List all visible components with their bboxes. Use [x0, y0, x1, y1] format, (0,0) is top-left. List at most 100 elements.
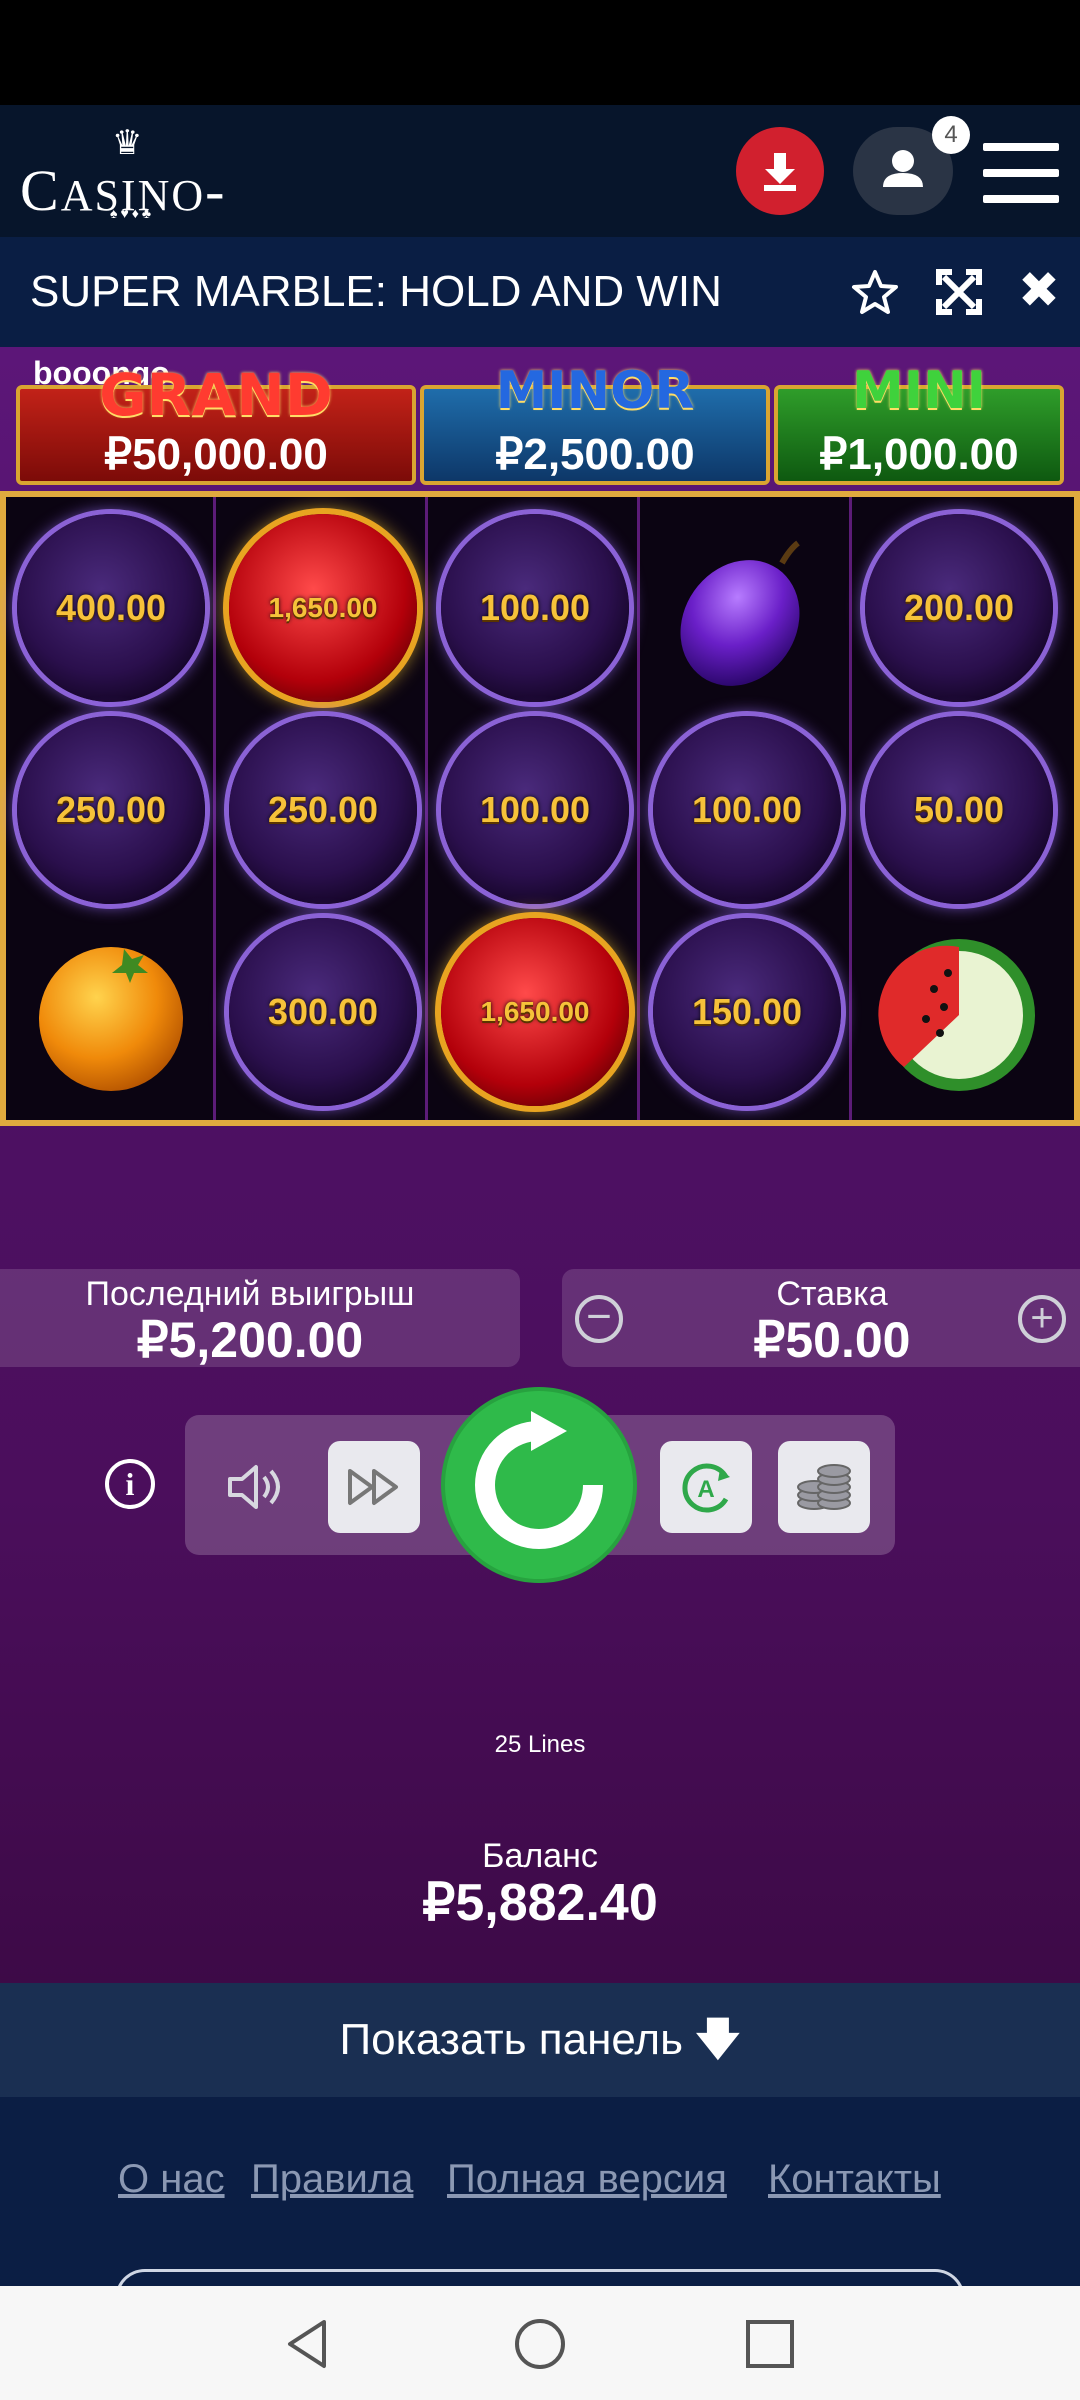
jackpot-value: ₽1,000.00: [819, 430, 1019, 479]
jackpot-mini: MINI ₽1,000.00: [774, 361, 1064, 485]
site-header: ♛ CASINO-Z ♠♥♦♣: [0, 105, 1080, 290]
system-nav-bar: [0, 2286, 1080, 2400]
autoplay-button[interactable]: A: [660, 1441, 752, 1533]
last-win-label: Последний выигрыш: [85, 1275, 415, 1313]
spin-button[interactable]: [445, 1391, 633, 1579]
reel-cell: 1,650.00: [218, 507, 428, 709]
show-panel-label: Показать панель: [339, 2015, 683, 2064]
sound-button[interactable]: [208, 1441, 300, 1533]
casino-logo[interactable]: ♛ CASINO-Z ♠♥♦♣: [20, 123, 250, 290]
reel-cell: 300.00: [218, 911, 428, 1113]
menu-line-icon: [983, 195, 1059, 203]
footer-link-full-version[interactable]: Полная версия: [447, 2157, 727, 2202]
marble-symbol: 100.00: [441, 716, 629, 904]
paylines-text: 25 Lines: [494, 1731, 586, 1758]
balance-value: ₽5,882.40: [422, 1874, 658, 1932]
close-icon: ✖: [1018, 262, 1060, 318]
footer-link-contacts[interactable]: Контакты: [768, 2157, 941, 2202]
fullscreen-button[interactable]: [934, 267, 984, 317]
coins-icon: [797, 1464, 851, 1510]
stake-label: Ставка: [776, 1275, 888, 1313]
close-button[interactable]: ✖: [1018, 265, 1068, 315]
info-icon: i: [125, 1466, 135, 1502]
site-footer: О нас Правила Полная версия Контакты: [0, 2097, 1080, 2329]
balance-label: Баланс: [482, 1837, 598, 1875]
marble-symbol: 300.00: [229, 918, 417, 1106]
stake-decrease-button[interactable]: −: [575, 1295, 623, 1343]
reel-column: 400.00 250.00: [6, 497, 216, 1120]
reel-column: 1,650.00 250.00 300.00: [218, 497, 428, 1120]
reel-cell: 250.00: [6, 709, 216, 911]
reel-cell: 400.00: [6, 507, 216, 709]
marble-symbol: 50.00: [865, 716, 1053, 904]
jackpot-value: ₽50,000.00: [104, 430, 328, 479]
jackpot-name: MINOR: [495, 361, 695, 421]
menu-line-icon: [983, 143, 1059, 151]
bet-coins-button[interactable]: [778, 1441, 870, 1533]
plum-icon: [680, 540, 800, 686]
marble-symbol: 400.00: [17, 514, 205, 702]
jackpot-grand: GRAND ₽50,000.00: [16, 361, 416, 485]
marble-symbol: 200.00: [865, 514, 1053, 702]
fast-forward-icon: [348, 1469, 398, 1505]
reel-cell: 100.00: [430, 507, 640, 709]
jackpot-name: MINI: [852, 361, 986, 421]
game-title-bar: SUPER MARBLE: HOLD AND WIN ✖: [0, 237, 1080, 347]
notification-badge: 4: [932, 116, 970, 154]
info-button[interactable]: i: [105, 1459, 155, 1509]
favorite-button[interactable]: [850, 267, 900, 317]
back-icon[interactable]: [280, 2316, 336, 2372]
reel-grid: 400.00 250.00 1,650.00 250.00 300.00 100…: [0, 491, 1080, 1126]
reel-cell: [854, 911, 1064, 1113]
turbo-button[interactable]: [328, 1441, 420, 1533]
plus-icon: +: [1030, 1296, 1054, 1340]
download-button[interactable]: [736, 127, 824, 215]
marble-symbol: 250.00: [17, 716, 205, 904]
menu-line-icon: [983, 169, 1059, 177]
footer-link-about[interactable]: О нас: [118, 2157, 225, 2202]
reel-cell: 100.00: [430, 709, 640, 911]
reel-cell: 250.00: [218, 709, 428, 911]
reel-cell: 150.00: [642, 911, 852, 1113]
orange-icon: [39, 947, 183, 1091]
star-icon: [852, 270, 898, 314]
reel-column: 100.00 150.00: [642, 497, 852, 1120]
marble-symbol: 250.00: [229, 716, 417, 904]
marble-symbol: 1,650.00: [229, 514, 417, 702]
status-bar: [0, 0, 1080, 105]
svg-text:A: A: [697, 1476, 714, 1503]
speaker-icon: [228, 1465, 280, 1509]
reel-cell: [642, 507, 852, 709]
marble-symbol: 100.00: [653, 716, 841, 904]
jackpot-name: GRAND: [99, 361, 333, 429]
footer-link-rules[interactable]: Правила: [251, 2157, 413, 2202]
marble-symbol: 100.00: [441, 514, 629, 702]
recents-icon[interactable]: [742, 2316, 798, 2372]
game-title: SUPER MARBLE: HOLD AND WIN: [30, 267, 722, 316]
last-win-panel: Последний выигрыш ₽5,200.00: [0, 1269, 520, 1368]
arrow-down-icon: 🡇: [695, 2015, 741, 2064]
spin-arrow-icon: [475, 1411, 603, 1549]
reel-cell: 50.00: [854, 709, 1064, 911]
card-suits-icon: ♠♥♦♣: [110, 207, 155, 222]
show-panel-button[interactable]: Показать панель 🡇: [0, 1983, 1080, 2097]
marble-symbol: 150.00: [653, 918, 841, 1106]
stake-increase-button[interactable]: +: [1018, 1295, 1066, 1343]
reel-column: 200.00 50.00: [854, 497, 1074, 1120]
home-icon[interactable]: [512, 2316, 568, 2372]
stake-panel: Ставка ₽50.00: [562, 1269, 1080, 1368]
last-win-value: ₽5,200.00: [136, 1312, 364, 1368]
reel-cell: 1,650.00: [430, 911, 640, 1113]
autoplay-icon: A: [682, 1463, 730, 1513]
expand-icon: [936, 269, 982, 315]
reel-cell: 200.00: [854, 507, 1064, 709]
reel-cell: 100.00: [642, 709, 852, 911]
reel-cell: [6, 911, 216, 1113]
watermelon-icon: [878, 939, 1035, 1091]
reel-column: 100.00 100.00 1,650.00: [430, 497, 640, 1120]
jackpot-value: ₽2,500.00: [495, 430, 695, 479]
game-canvas[interactable]: booongo GRAND ₽50,000.00 MINOR ₽2,500.00…: [0, 347, 1080, 1983]
download-icon: [764, 153, 796, 191]
minus-icon: −: [586, 1292, 612, 1341]
hamburger-menu-button[interactable]: [983, 143, 1059, 203]
